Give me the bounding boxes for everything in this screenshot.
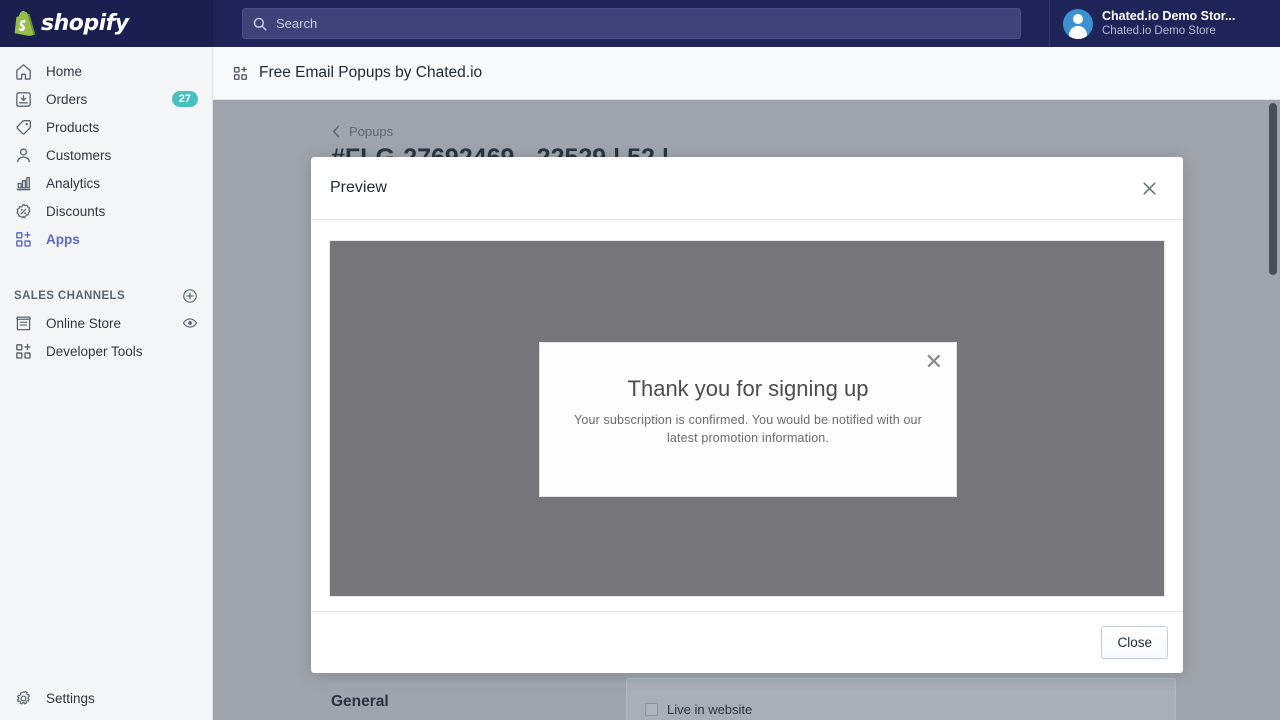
sidebar-item-label: Discounts bbox=[46, 204, 105, 219]
plus-circle-icon[interactable] bbox=[182, 288, 198, 304]
gear-icon bbox=[14, 689, 33, 708]
sales-channels-header: SALES CHANNELS bbox=[0, 283, 212, 309]
page-title: Free Email Popups by Chated.io bbox=[259, 64, 482, 82]
sidebar-item-developer-tools[interactable]: Developer Tools bbox=[0, 337, 212, 365]
shopify-bag-icon bbox=[14, 11, 36, 36]
home-icon bbox=[14, 62, 33, 81]
sidebar-item-label: Products bbox=[46, 120, 99, 135]
sidebar-item-label: Online Store bbox=[46, 316, 121, 331]
sidebar-item-products[interactable]: Products bbox=[0, 113, 212, 141]
user-menu[interactable]: Chated.io Demo Stor... Chated.io Demo St… bbox=[1049, 0, 1280, 47]
apps-icon bbox=[14, 342, 33, 361]
app-page-header: Free Email Popups by Chated.io bbox=[213, 47, 1280, 100]
sidebar-item-settings[interactable]: Settings bbox=[0, 684, 213, 712]
storefront-icon bbox=[14, 314, 33, 333]
sidebar-item-analytics[interactable]: Analytics bbox=[0, 169, 212, 197]
live-in-website-label: Live in website bbox=[667, 702, 752, 717]
apps-icon bbox=[14, 230, 33, 249]
live-in-website-row[interactable]: Live in website bbox=[627, 679, 1175, 717]
shopify-admin-app: shopify Search Chated.io Demo Stor... Ch… bbox=[0, 0, 1280, 720]
modal-title: Preview bbox=[330, 179, 387, 197]
sidebar-item-label: Analytics bbox=[46, 176, 100, 191]
modal-header: Preview bbox=[311, 157, 1183, 220]
top-bar: shopify Search Chated.io Demo Stor... Ch… bbox=[0, 0, 1280, 47]
close-icon[interactable]: ✕ bbox=[925, 352, 943, 374]
discount-icon bbox=[14, 202, 33, 221]
search-icon bbox=[253, 17, 267, 31]
primary-nav: Home Orders 27 Products bbox=[0, 47, 212, 253]
sidebar-item-label: Customers bbox=[46, 148, 111, 163]
bar-chart-icon bbox=[14, 174, 33, 193]
close-button[interactable]: Close bbox=[1101, 626, 1168, 659]
user-name: Chated.io Demo Stor... bbox=[1102, 9, 1235, 25]
eye-icon[interactable] bbox=[182, 315, 198, 331]
search-area: Search bbox=[213, 8, 1049, 39]
sidebar-item-label: Developer Tools bbox=[46, 344, 143, 359]
apps-icon bbox=[232, 65, 249, 82]
preview-modal: Preview ✕ Thank you for signing up Your … bbox=[311, 157, 1183, 673]
sidebar-item-label: Apps bbox=[46, 232, 80, 247]
sidebar: Home Orders 27 Products bbox=[0, 47, 213, 720]
popup-preview-canvas: ✕ Thank you for signing up Your subscrip… bbox=[329, 240, 1165, 597]
sidebar-item-online-store[interactable]: Online Store bbox=[0, 309, 212, 337]
search-input[interactable]: Search bbox=[242, 8, 1021, 39]
sidebar-item-label: Orders bbox=[46, 92, 87, 107]
sidebar-item-home[interactable]: Home bbox=[0, 57, 212, 85]
settings-label: Settings bbox=[46, 691, 95, 706]
popup-body-text: Your subscription is confirmed. You woul… bbox=[540, 411, 956, 447]
general-section-label: General bbox=[331, 678, 611, 720]
scrollbar-thumb[interactable] bbox=[1269, 103, 1277, 275]
search-placeholder: Search bbox=[276, 16, 317, 31]
shopify-logo[interactable]: shopify bbox=[0, 0, 213, 47]
breadcrumb-label: Popups bbox=[349, 124, 393, 139]
sidebar-item-discounts[interactable]: Discounts bbox=[0, 197, 212, 225]
popup-heading: Thank you for signing up bbox=[540, 376, 956, 402]
sidebar-item-apps[interactable]: Apps bbox=[0, 225, 212, 253]
sidebar-item-label: Home bbox=[46, 64, 82, 79]
chevron-left-icon bbox=[331, 125, 342, 138]
person-icon bbox=[14, 146, 33, 165]
sales-channels-title: SALES CHANNELS bbox=[14, 290, 125, 302]
tag-icon bbox=[14, 118, 33, 137]
store-name: Chated.io Demo Store bbox=[1102, 24, 1235, 38]
page-scrollbar[interactable] bbox=[1265, 100, 1280, 720]
close-icon[interactable] bbox=[1135, 174, 1163, 202]
sidebar-item-customers[interactable]: Customers bbox=[0, 141, 212, 169]
modal-footer: Close bbox=[311, 611, 1183, 673]
orders-icon bbox=[14, 90, 33, 109]
avatar bbox=[1063, 9, 1093, 39]
general-heading: General bbox=[331, 693, 389, 711]
general-settings-card: Live in website bbox=[626, 678, 1176, 720]
orders-badge: 27 bbox=[172, 91, 198, 107]
popup-preview-card: ✕ Thank you for signing up Your subscrip… bbox=[539, 342, 957, 497]
live-in-website-checkbox[interactable] bbox=[645, 703, 658, 716]
sidebar-item-orders[interactable]: Orders 27 bbox=[0, 85, 212, 113]
brand-wordmark: shopify bbox=[41, 11, 129, 36]
breadcrumb[interactable]: Popups bbox=[331, 124, 393, 139]
modal-body: ✕ Thank you for signing up Your subscrip… bbox=[311, 220, 1183, 611]
